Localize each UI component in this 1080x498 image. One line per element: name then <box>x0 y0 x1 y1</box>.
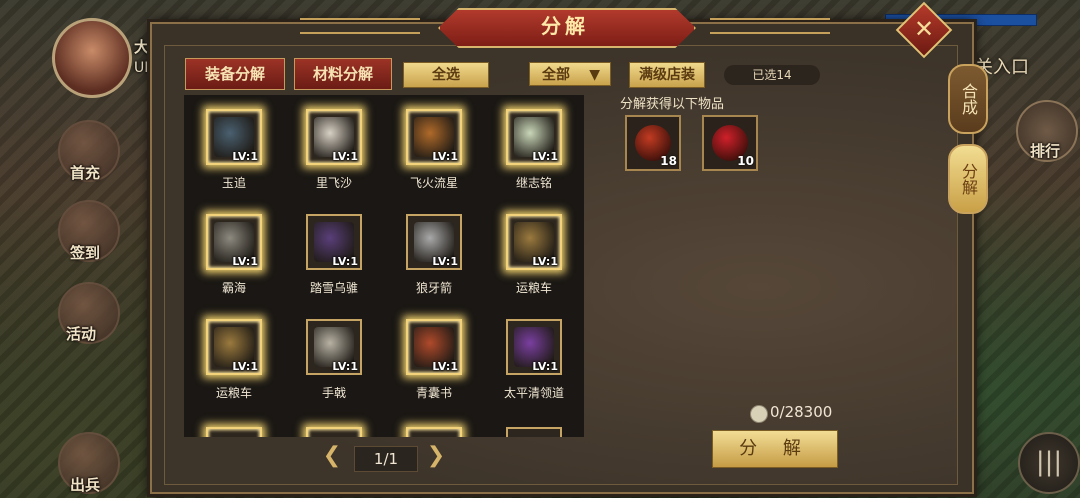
item-slot[interactable]: LV:1 手戟 <box>284 305 384 410</box>
next-page-icon[interactable]: ❯ <box>424 444 448 468</box>
close-icon[interactable]: ✕ <box>904 10 944 50</box>
tab-compose[interactable]: 合成 <box>948 64 988 134</box>
page-indicator: 1/1 <box>354 446 418 472</box>
item-name: 运粮车 <box>215 386 252 400</box>
filter-dropdown[interactable]: 全部 ▼ <box>529 62 611 86</box>
item-level: LV:1 <box>432 150 458 163</box>
item-icon-frame[interactable]: LV:1 <box>206 319 262 375</box>
item-level: LV:1 <box>532 150 558 163</box>
item-slot-partial[interactable] <box>506 427 562 437</box>
prev-page-icon[interactable]: ❮ <box>320 444 344 468</box>
decompose-cost: 0/28300 <box>770 403 833 421</box>
reward-count: 10 <box>737 154 754 168</box>
activity-label: 活动 <box>66 325 97 343</box>
item-level: LV:1 <box>232 150 258 163</box>
item-grid[interactable]: LV:1 玉追 LV:1 里飞沙 LV:1 飞火流星 LV:1 继志铭 LV:1 霸海 LV:1 踏雪… <box>184 95 584 437</box>
item-name: 踏雪乌骓 <box>309 281 358 295</box>
item-icon-frame[interactable]: LV:1 <box>306 319 362 375</box>
tab-decompose[interactable]: 分解 <box>948 144 988 214</box>
player-avatar[interactable] <box>52 18 132 98</box>
item-name: 运粮车 <box>515 281 552 295</box>
item-icon-frame[interactable]: LV:1 <box>406 319 462 375</box>
first-charge-label: 首充 <box>70 164 101 182</box>
item-icon-frame[interactable]: LV:1 <box>306 109 362 165</box>
item-level: LV:1 <box>432 360 458 373</box>
item-level: LV:1 <box>532 255 558 268</box>
item-icon-frame[interactable]: LV:1 <box>406 214 462 270</box>
signin-label: 签到 <box>70 244 101 262</box>
item-icon-frame[interactable]: LV:1 <box>506 319 562 375</box>
chevron-down-icon: ▼ <box>589 67 600 83</box>
item-icon-frame[interactable]: LV:1 <box>406 109 462 165</box>
item-icon-frame[interactable]: LV:1 <box>206 214 262 270</box>
item-name: 手戟 <box>321 386 346 400</box>
item-level: LV:1 <box>332 360 358 373</box>
battle-label: 出兵 <box>70 476 101 494</box>
filter-label: 全部 <box>542 67 570 83</box>
item-slot[interactable]: LV:1 继志铭 <box>484 95 584 200</box>
rewards-label: 分解获得以下物品 <box>620 97 725 112</box>
max-level-shop-button[interactable]: 满级店装 <box>629 62 705 88</box>
tab-equipment-decompose[interactable]: 装备分解 <box>185 58 285 90</box>
reward-count: 18 <box>660 154 677 168</box>
item-icon-frame[interactable]: LV:1 <box>506 109 562 165</box>
item-slot[interactable]: LV:1 里飞沙 <box>284 95 384 200</box>
item-icon-frame[interactable]: LV:1 <box>506 214 562 270</box>
tab-material-decompose[interactable]: 材料分解 <box>294 58 392 90</box>
item-icon-frame[interactable]: LV:1 <box>306 214 362 270</box>
item-level: LV:1 <box>232 360 258 373</box>
item-icon-frame[interactable]: LV:1 <box>206 109 262 165</box>
item-slot[interactable]: LV:1 狼牙箭 <box>384 200 484 305</box>
item-level: LV:1 <box>332 255 358 268</box>
title-ornament-left <box>300 18 420 34</box>
item-name: 青囊书 <box>415 386 452 400</box>
reward-item[interactable]: 18 <box>625 115 681 171</box>
item-slot-partial[interactable] <box>206 427 262 437</box>
rank-label: 排行 <box>1030 142 1061 160</box>
item-name: 飞火流星 <box>409 176 458 190</box>
item-name: 里飞沙 <box>315 176 352 190</box>
selected-count: 已选14 <box>724 65 820 85</box>
item-level: LV:1 <box>232 255 258 268</box>
item-slot[interactable]: LV:1 运粮车 <box>484 200 584 305</box>
decompose-button[interactable]: 分 解 <box>712 430 838 468</box>
item-slot[interactable]: LV:1 运粮车 <box>184 305 284 410</box>
select-all-button[interactable]: 全选 <box>403 62 489 88</box>
item-name: 太平清领道 <box>503 386 564 400</box>
item-slot[interactable]: LV:1 霸海 <box>184 200 284 305</box>
item-slot[interactable]: LV:1 玉追 <box>184 95 284 200</box>
item-name: 狼牙箭 <box>415 281 452 295</box>
item-slot-partial[interactable] <box>406 427 462 437</box>
item-name: 继志铭 <box>515 176 552 190</box>
item-slot[interactable]: LV:1 青囊书 <box>384 305 484 410</box>
player-name-fragment: 大 <box>134 38 150 56</box>
item-level: LV:1 <box>332 150 358 163</box>
item-name: 霸海 <box>221 281 246 295</box>
item-level: LV:1 <box>532 360 558 373</box>
item-slot[interactable]: LV:1 踏雪乌骓 <box>284 200 384 305</box>
item-level: LV:1 <box>432 255 458 268</box>
title-ornament-right <box>710 18 830 34</box>
reward-item[interactable]: 10 <box>702 115 758 171</box>
item-slot[interactable]: LV:1 太平清领道 <box>484 305 584 410</box>
item-slot-partial[interactable] <box>306 427 362 437</box>
coin-icon <box>750 405 768 423</box>
panel-title: 分解 <box>541 14 589 38</box>
main-menu-button[interactable]: ||| <box>1018 432 1080 494</box>
item-name: 玉追 <box>221 176 246 190</box>
item-slot[interactable]: LV:1 飞火流星 <box>384 95 484 200</box>
